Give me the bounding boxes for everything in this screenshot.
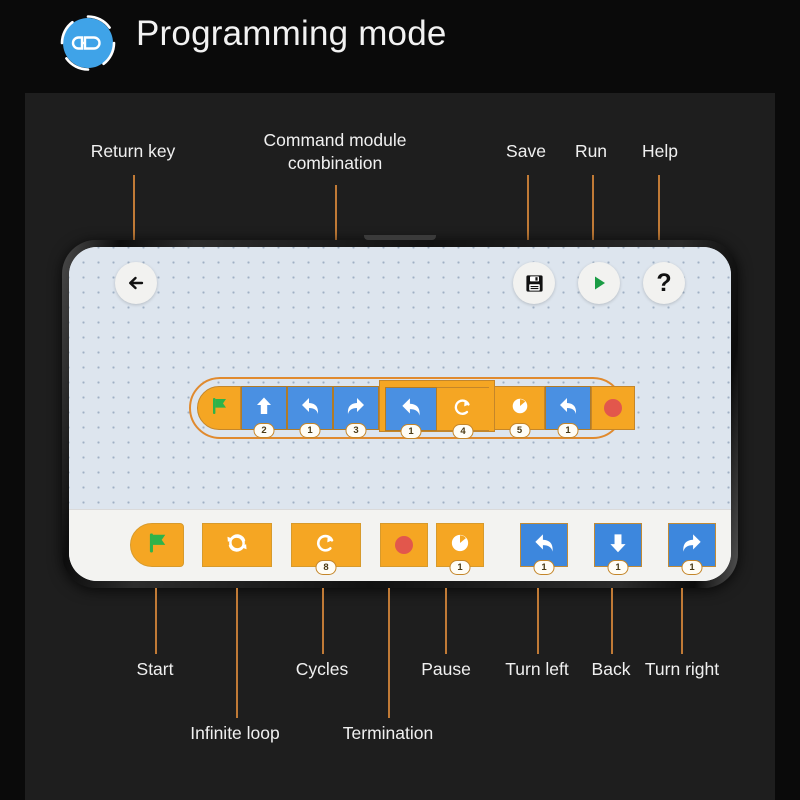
play-triangle-icon xyxy=(589,273,609,293)
arrow-turn-left-icon xyxy=(398,394,424,425)
programming-mode-icon xyxy=(57,12,119,74)
program-loop-wrapper[interactable]: 1 4 xyxy=(379,380,495,439)
arrow-turn-left-icon xyxy=(298,394,322,423)
program-block-start[interactable] xyxy=(197,386,241,430)
save-button[interactable] xyxy=(513,262,555,304)
program-block-row[interactable]: 2 1 3 1 4 5 1 xyxy=(197,380,635,439)
callout-cycles: Cycles xyxy=(295,659,349,679)
leader-turn-left xyxy=(537,588,539,654)
loop-arrow-icon xyxy=(313,530,339,561)
palette-cycles-value: 8 xyxy=(315,560,337,575)
question-mark-icon: ? xyxy=(656,268,672,297)
program-block-pause[interactable]: 5 xyxy=(495,386,545,438)
leader-termination xyxy=(388,588,390,718)
program-block-value: 1 xyxy=(400,424,422,439)
page-header: Programming mode xyxy=(0,0,800,93)
program-block-value: 4 xyxy=(452,424,474,439)
red-dot-icon xyxy=(604,399,622,417)
program-block-cycles[interactable]: 4 xyxy=(437,387,489,439)
program-block-termination[interactable] xyxy=(591,386,635,430)
arrow-turn-right-icon xyxy=(679,530,705,561)
program-block-value: 1 xyxy=(299,423,321,438)
arrow-turn-right-icon xyxy=(344,394,368,423)
callout-turn-right: Turn right xyxy=(644,659,720,679)
callout-infinite-loop: Infinite loop xyxy=(190,723,280,743)
palette-turn-right-value: 1 xyxy=(681,560,703,575)
palette-cycles[interactable]: 8 xyxy=(291,523,361,575)
leader-pause xyxy=(445,588,447,654)
palette-back-value: 1 xyxy=(607,560,629,575)
program-block-value: 5 xyxy=(509,423,530,438)
program-block-turn-left[interactable]: 1 xyxy=(385,387,437,439)
pause-clock-icon xyxy=(449,532,471,559)
callout-start: Start xyxy=(136,659,174,679)
program-block-turn-left[interactable]: 1 xyxy=(545,386,591,438)
phone-mockup: ? 2 1 3 1 4 5 1 8 1 1 1 1 xyxy=(62,235,738,588)
program-block-turn-right[interactable]: 3 xyxy=(333,386,379,438)
palette-turn-left[interactable]: 1 xyxy=(520,523,568,575)
back-button[interactable] xyxy=(115,262,157,304)
run-button[interactable] xyxy=(578,262,620,304)
palette-start[interactable] xyxy=(130,523,184,567)
block-palette: 8 1 1 1 1 xyxy=(69,509,731,581)
pause-clock-icon xyxy=(510,396,530,421)
leader-turn-right xyxy=(681,588,683,654)
green-flag-icon xyxy=(208,395,230,422)
palette-back[interactable]: 1 xyxy=(594,523,642,575)
leader-back xyxy=(611,588,613,654)
palette-infinite-loop[interactable] xyxy=(202,523,272,567)
page-title: Programming mode xyxy=(136,14,447,53)
leader-start xyxy=(155,588,157,654)
arrow-down-icon xyxy=(605,530,631,561)
palette-turn-right[interactable]: 1 xyxy=(668,523,716,575)
arrow-left-icon xyxy=(125,272,147,294)
callout-turn-left: Turn left xyxy=(505,659,569,679)
leader-cycles xyxy=(322,588,324,654)
screenshot-root: Programming mode Return key Command modu… xyxy=(0,0,800,800)
callout-return-key: Return key xyxy=(90,141,176,161)
program-block-turn-left[interactable]: 1 xyxy=(287,386,333,438)
palette-pause[interactable]: 1 xyxy=(436,523,484,575)
program-block-value: 3 xyxy=(345,423,367,438)
floppy-disk-icon xyxy=(525,274,544,293)
palette-pause-value: 1 xyxy=(449,560,471,575)
phone-speaker xyxy=(364,235,436,240)
callout-termination: Termination xyxy=(342,723,434,743)
program-canvas[interactable]: ? 2 1 3 1 4 5 1 xyxy=(69,247,731,509)
green-flag-icon xyxy=(144,530,170,561)
program-block-value: 1 xyxy=(557,423,579,438)
palette-turn-left-value: 1 xyxy=(533,560,555,575)
loop-arrow-icon xyxy=(451,395,475,424)
help-button[interactable]: ? xyxy=(643,262,685,304)
arrow-up-icon xyxy=(252,394,276,423)
infinite-loop-icon xyxy=(224,530,250,561)
program-block-forward[interactable]: 2 xyxy=(241,386,287,438)
callout-help: Help xyxy=(642,141,678,161)
palette-termination[interactable] xyxy=(380,523,428,567)
callout-pause: Pause xyxy=(421,659,471,679)
phone-screen: ? 2 1 3 1 4 5 1 8 1 1 1 1 xyxy=(69,247,731,581)
callout-command-module-combination: Command module combination xyxy=(263,130,407,173)
red-dot-icon xyxy=(395,536,413,554)
arrow-turn-left-icon xyxy=(531,530,557,561)
program-block-value: 2 xyxy=(253,423,275,438)
leader-infinite-loop xyxy=(236,588,238,718)
arrow-turn-left-icon xyxy=(556,394,580,423)
